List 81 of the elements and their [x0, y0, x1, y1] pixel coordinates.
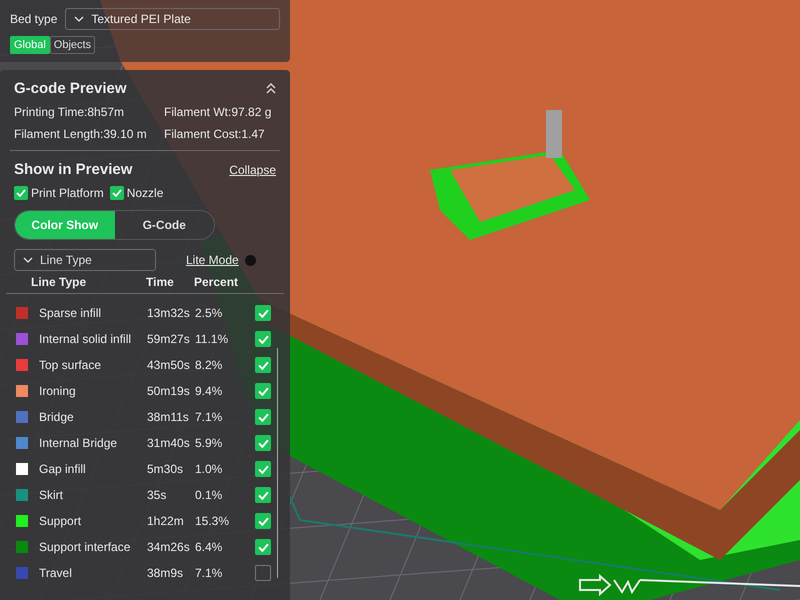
time-cell-text: 34m26s	[147, 540, 191, 554]
checkbox[interactable]	[255, 513, 271, 529]
checkmark-icon	[258, 386, 268, 396]
line-type-dropdown[interactable]: Line Type	[14, 249, 156, 271]
checkmark-icon	[258, 516, 268, 526]
chevron-down-icon	[23, 257, 33, 263]
checkmark-icon	[258, 542, 268, 552]
column-header: Time	[146, 275, 175, 289]
line-type-name: Gap infill	[39, 462, 87, 476]
checkmark-icon	[16, 189, 26, 197]
percent-cell-text: 2.5%	[195, 306, 224, 320]
checkmark-icon	[258, 334, 268, 344]
checkbox[interactable]	[255, 357, 271, 373]
checkbox[interactable]	[255, 331, 271, 347]
time-cell-text: 38m11s	[147, 410, 190, 424]
checkmark-icon	[258, 438, 268, 448]
line-type-name: Bridge	[39, 410, 75, 424]
checkbox[interactable]	[255, 409, 271, 425]
percent-cell-text: 7.1%	[195, 410, 224, 424]
percent-cell-text: 6.4%	[195, 540, 224, 554]
percent-cell-text: 8.2%	[195, 358, 224, 372]
line-type-name: Ironing	[39, 384, 77, 398]
column-header: Percent	[194, 275, 238, 289]
checkbox[interactable]	[255, 461, 271, 477]
time-cell-text: 1h22m	[147, 514, 185, 528]
time-cell-text: 50m19s	[147, 384, 191, 398]
time-cell-text: 59m27s	[147, 332, 191, 346]
stat-text: Filament Length:39.10 m	[14, 127, 148, 141]
stat-text: Filament Cost:1.47	[164, 127, 266, 141]
checkmark-icon	[258, 360, 268, 370]
percent-cell-text: 5.9%	[195, 436, 224, 450]
chevron-down-icon	[74, 16, 84, 22]
scope-tab[interactable]: Objects	[50, 36, 96, 54]
line-type-name: Internal Bridge	[39, 436, 118, 450]
checkbox-label: Print Platform	[31, 186, 104, 200]
checkbox[interactable]	[255, 565, 271, 581]
bed-type-label: Bed type	[10, 12, 58, 26]
percent-cell-text: 9.4%	[195, 384, 224, 398]
time-cell-text: 38m9s	[147, 566, 184, 580]
line-type-name: Internal solid infill	[39, 332, 132, 346]
line-type-name: Support interface	[39, 540, 132, 554]
checkbox[interactable]	[255, 539, 271, 555]
checkbox[interactable]	[255, 305, 271, 321]
collapse-link[interactable]: Collapse	[229, 162, 276, 176]
section-title: Show in Preview	[14, 161, 132, 178]
checkmark-icon	[258, 412, 268, 422]
checkbox[interactable]	[14, 186, 28, 200]
time-cell-text: 35s	[147, 488, 168, 502]
percent-cell-text: 0.1%	[195, 488, 224, 502]
checkmark-icon	[112, 189, 122, 197]
percent-cell-text: 11.1%	[195, 332, 230, 346]
lite-mode-link[interactable]: Lite Mode	[186, 253, 239, 267]
line-type-name: Sparse infill	[39, 306, 102, 320]
line-type-name: Support	[39, 514, 82, 528]
checkbox[interactable]	[110, 186, 124, 200]
panel-title: G-code Preview	[14, 80, 127, 97]
checkbox[interactable]	[255, 487, 271, 503]
bed-type-dropdown[interactable]: Textured PEI Plate	[65, 8, 280, 30]
time-cell-text: 5m30s	[147, 462, 184, 476]
view-tab[interactable]: G-Code	[114, 211, 214, 239]
lite-mode-toggle[interactable]	[244, 254, 256, 266]
time-cell-text: 31m40s	[147, 436, 191, 450]
line-type-name: Top surface	[39, 358, 102, 372]
collapse-icon[interactable]	[266, 82, 276, 94]
column-header: Line Type	[31, 275, 88, 289]
percent-cell-text: 1.0%	[195, 462, 224, 476]
checkmark-icon	[258, 308, 268, 318]
percent-cell-text: 7.1%	[195, 566, 224, 580]
checkbox-label: Nozzle	[126, 186, 164, 200]
line-type-name: Skirt	[39, 488, 64, 502]
checkmark-icon	[258, 464, 268, 474]
checkmark-icon	[258, 490, 268, 500]
stat-text: Filament Wt:97.82 g	[164, 105, 272, 119]
stat-text: Printing Time:8h57m	[14, 105, 126, 119]
checkbox[interactable]	[255, 383, 271, 399]
time-cell-text: 43m50s	[147, 358, 191, 372]
line-type-name: Travel	[39, 566, 73, 580]
time-cell-text: 13m32s	[147, 306, 191, 320]
checkbox[interactable]	[255, 435, 271, 451]
percent-cell-text: 15.3%	[195, 514, 230, 528]
scrollbar[interactable]	[277, 348, 278, 578]
